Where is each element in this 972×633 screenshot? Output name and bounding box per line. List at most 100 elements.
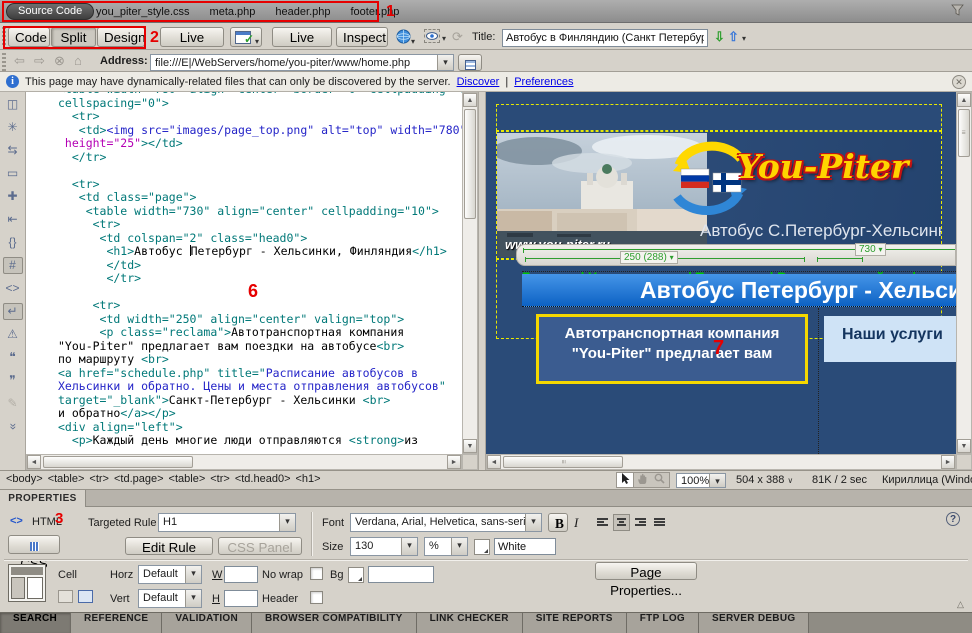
address-combo[interactable]: file:///E|/WebServers/home/you-piter/www…	[150, 54, 454, 71]
refresh-icon[interactable]: ⟳	[452, 29, 463, 45]
size-combo[interactable]: 130	[350, 537, 418, 556]
align-center-icon[interactable]	[613, 514, 630, 531]
code-navigator-icon[interactable]: ✳	[3, 119, 23, 136]
header-checkbox[interactable]	[310, 591, 323, 604]
more-options-icon[interactable]: »	[4, 417, 21, 437]
site-banner[interactable]: You-Piter Автобус С.Петербург-Хельсинки …	[497, 133, 941, 257]
visual-aids-icon[interactable]	[424, 29, 440, 43]
check-browser-compatibility-button[interactable]: ✓ ▾	[230, 27, 262, 47]
tag-selector-item[interactable]: <td.page>	[114, 473, 164, 485]
text-color-input[interactable]	[494, 538, 556, 555]
select-parent-tag-icon[interactable]: ⇤	[3, 211, 23, 228]
bottom-tab-server-debug[interactable]: SERVER DEBUG	[699, 613, 809, 633]
nowrap-checkbox[interactable]	[310, 567, 323, 580]
align-left-icon[interactable]	[594, 514, 611, 531]
bottom-tab-site-reports[interactable]: SITE REPORTS	[523, 613, 627, 633]
file-management-view-button[interactable]: ▾	[458, 54, 482, 71]
bottom-tab-reference[interactable]: REFERENCE	[71, 613, 162, 633]
get-file-icon[interactable]: ⇩	[714, 29, 725, 45]
bottom-tab-browser-compatibility[interactable]: BROWSER COMPATIBILITY	[252, 613, 417, 633]
vert-combo[interactable]: Default	[138, 589, 202, 608]
document-title-input[interactable]	[502, 29, 708, 47]
merge-cells-icon[interactable]	[58, 590, 73, 603]
scroll-up-icon[interactable]: ▲	[957, 93, 971, 107]
split-view-divider[interactable]	[478, 92, 486, 470]
bottom-tab-search[interactable]: SEARCH	[0, 613, 71, 633]
scroll-down-icon[interactable]: ▼	[463, 439, 477, 453]
cell-width-input[interactable]	[224, 566, 258, 583]
services-box[interactable]: Наши услуги	[824, 316, 956, 362]
infobar-close-icon[interactable]: ✕	[952, 75, 966, 89]
tag-selector-item[interactable]: <table>	[48, 473, 85, 485]
magnification-combo[interactable]: 100%	[676, 473, 726, 488]
table-width-menu[interactable]: 730 ▾	[855, 243, 886, 256]
highlight-invalid-code-icon[interactable]: <>	[3, 280, 23, 297]
window-size-indicator[interactable]: 504 x 388 ∨	[736, 474, 793, 486]
stop-icon[interactable]: ⊗	[54, 53, 65, 69]
page-properties-button[interactable]: Page Properties...	[595, 562, 697, 580]
hand-tool-icon[interactable]	[634, 473, 651, 487]
zoom-tool-icon[interactable]	[651, 473, 668, 487]
syntax-error-alerts-icon[interactable]: ⚠	[3, 326, 23, 343]
page-heading[interactable]: Автобус Петербург - Хельсин	[522, 274, 956, 307]
scroll-thumb[interactable]	[464, 109, 476, 219]
tag-selector-item[interactable]: <body>	[6, 473, 43, 485]
code-vertical-scrollbar[interactable]: ▲ ▼	[462, 92, 478, 454]
word-wrap-icon[interactable]: ↵	[3, 303, 23, 320]
forward-icon[interactable]: ⇨	[34, 53, 45, 69]
bottom-tab-link-checker[interactable]: LINK CHECKER	[417, 613, 523, 633]
tag-selector-item[interactable]: <td.head0>	[235, 473, 291, 485]
scroll-thumb[interactable]: ≡	[958, 109, 970, 157]
scroll-left-icon[interactable]: ◄	[487, 455, 501, 469]
cell-width-menu[interactable]: 250 (288) ▾	[620, 251, 678, 264]
cell-height-input[interactable]	[224, 590, 258, 607]
horz-combo[interactable]: Default	[138, 565, 202, 584]
remove-comment-icon[interactable]: ❞	[3, 372, 23, 389]
bg-color-swatch[interactable]	[348, 567, 364, 583]
scroll-thumb[interactable]	[43, 456, 193, 468]
discover-link[interactable]: Discover	[457, 76, 500, 88]
split-cell-icon[interactable]	[78, 590, 93, 603]
live-view-button[interactable]: Live View	[272, 27, 332, 47]
inspect-button[interactable]: Inspect	[336, 27, 388, 47]
bottom-tab-validation[interactable]: VALIDATION	[162, 613, 252, 633]
properties-tab[interactable]: PROPERTIES	[0, 490, 86, 507]
text-color-swatch[interactable]	[474, 539, 490, 555]
balance-braces-icon[interactable]: {}	[3, 234, 23, 251]
put-file-icon[interactable]: ⇧	[728, 29, 739, 45]
tag-selector-item[interactable]: <tr>	[89, 473, 109, 485]
targeted-rule-combo[interactable]: H1	[158, 513, 296, 532]
size-unit-combo[interactable]: %	[424, 537, 468, 556]
edit-rule-button[interactable]: Edit Rule	[125, 537, 213, 555]
css-mode-button[interactable]: CSS	[8, 535, 60, 554]
bold-button[interactable]: B	[548, 513, 568, 532]
scroll-up-icon[interactable]: ▲	[463, 93, 477, 107]
address-bar-grip[interactable]	[2, 53, 6, 73]
table-width-bar[interactable]: 730 ▾ 250 (288) ▾	[516, 244, 956, 266]
design-horizontal-scrollbar[interactable]: ◄ ≡ ►	[486, 454, 956, 470]
bg-color-input[interactable]	[368, 566, 434, 583]
format-source-code-icon[interactable]: ✎	[3, 395, 23, 412]
selection-tool-icon[interactable]	[617, 473, 634, 487]
bottom-tab-ftp-log[interactable]: FTP LOG	[627, 613, 699, 633]
code-horizontal-scrollbar[interactable]: ◄ ►	[26, 454, 462, 470]
collapse-full-tag-icon[interactable]: ⇆	[3, 142, 23, 159]
tag-selector-item[interactable]: <h1>	[296, 473, 321, 485]
line-numbers-icon[interactable]: #	[3, 257, 23, 274]
align-justify-icon[interactable]	[651, 514, 668, 531]
open-documents-icon[interactable]: ◫	[3, 96, 23, 113]
code-editor[interactable]: <table width="780" align="center" border…	[26, 92, 462, 454]
expand-all-icon[interactable]: ✚	[3, 188, 23, 205]
italic-button[interactable]: I	[574, 515, 578, 531]
scroll-left-icon[interactable]: ◄	[27, 455, 41, 469]
scroll-right-icon[interactable]: ►	[447, 455, 461, 469]
company-intro-box[interactable]: Автотранспортная компания "You-Piter" пр…	[536, 314, 808, 384]
collapse-panel-icon[interactable]: △	[957, 599, 964, 610]
help-icon[interactable]: ?	[946, 512, 960, 526]
preferences-link[interactable]: Preferences	[514, 76, 573, 88]
back-icon[interactable]: ⇦	[14, 53, 25, 69]
preview-in-browser-icon[interactable]: ▾	[396, 29, 415, 47]
design-view-canvas[interactable]: You-Piter Автобус С.Петербург-Хельсинки …	[486, 92, 956, 454]
apply-comment-icon[interactable]: ❝	[3, 349, 23, 366]
home-icon[interactable]: ⌂	[74, 53, 82, 68]
